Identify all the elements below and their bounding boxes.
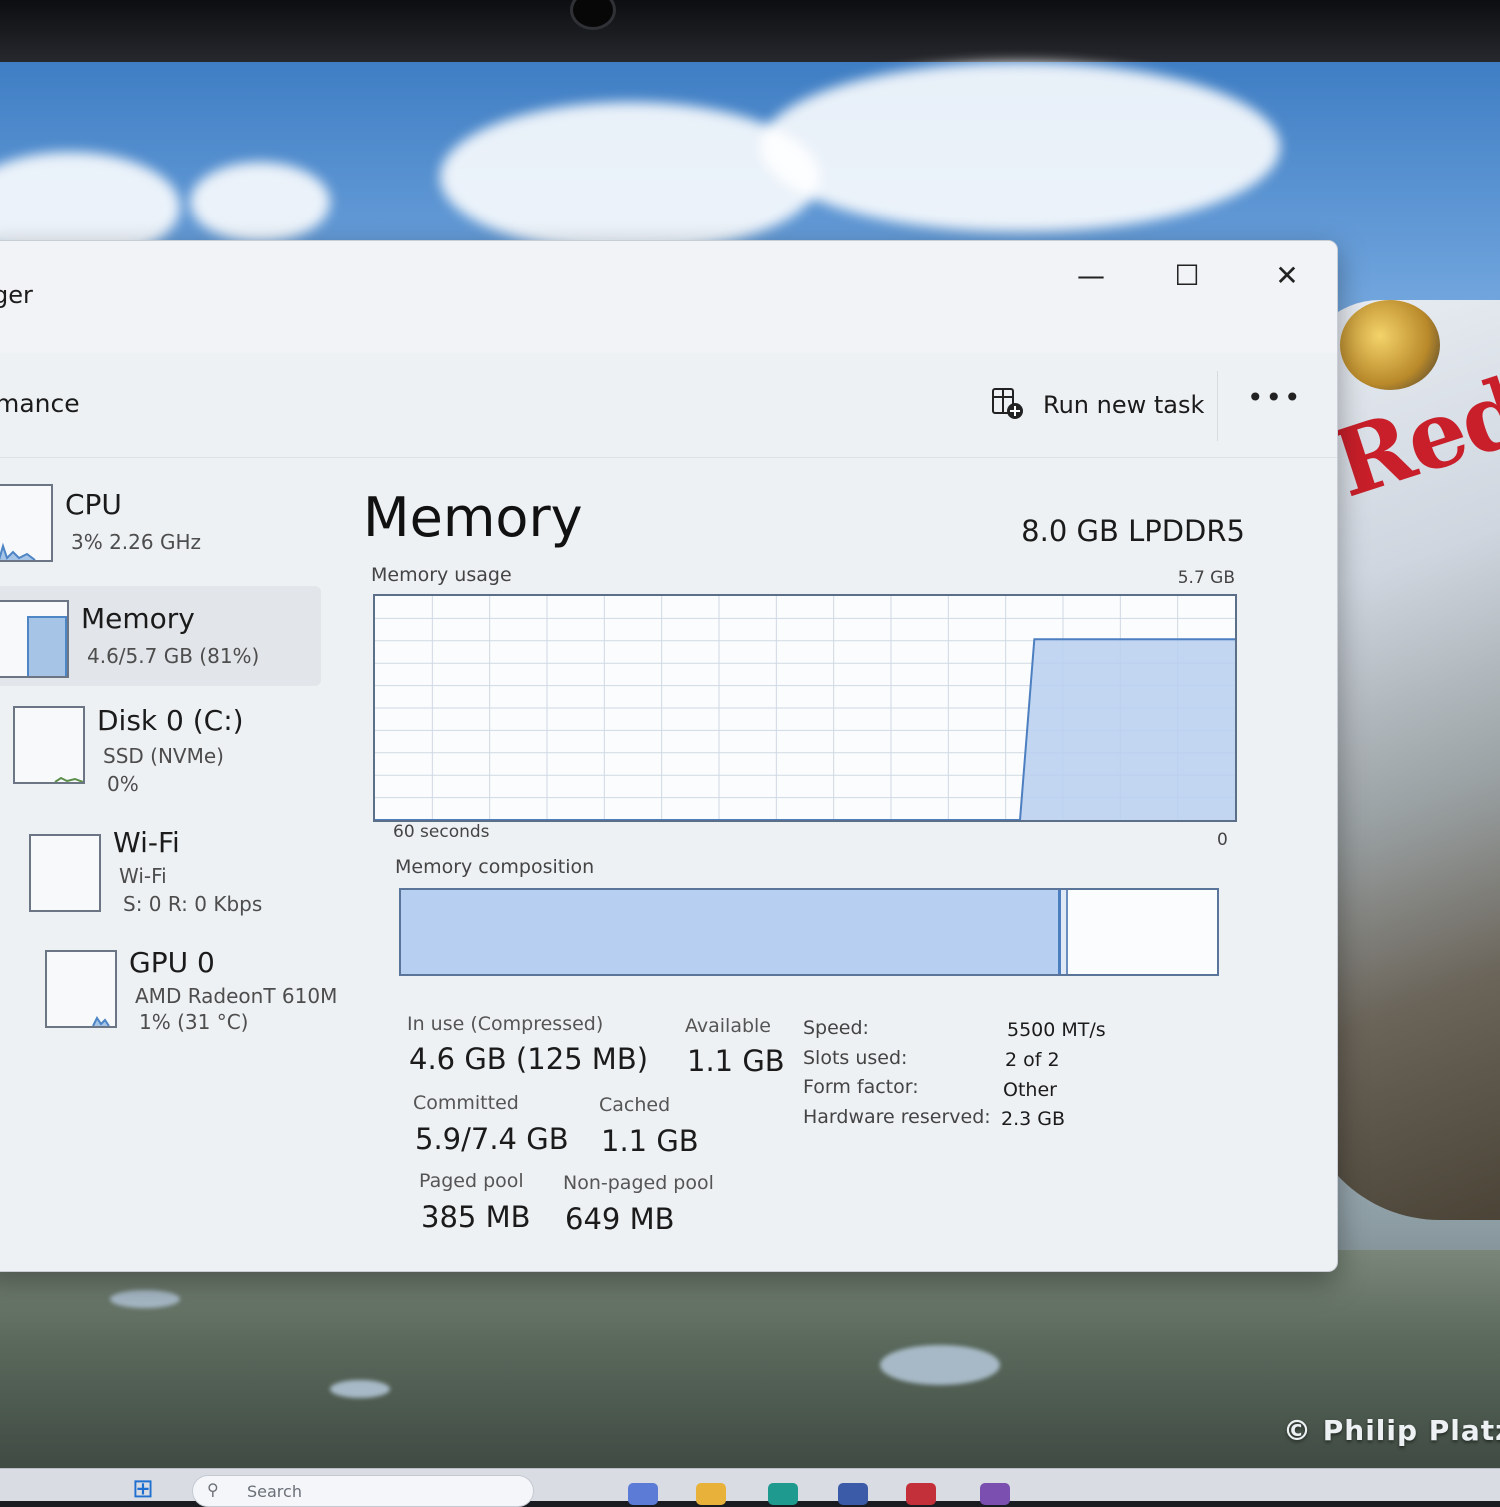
sidebar-detail: 1% (31 °C) bbox=[139, 1010, 249, 1034]
command-bar: mance Run new task ••• bbox=[0, 353, 1337, 458]
non-paged-pool-value: 649 MB bbox=[565, 1202, 675, 1236]
close-button[interactable]: ✕ bbox=[1257, 255, 1317, 297]
sidebar-name: Disk 0 (C:) bbox=[97, 704, 244, 737]
copilot-icon[interactable] bbox=[628, 1483, 658, 1505]
available-value: 1.1 GB bbox=[687, 1044, 785, 1078]
lake bbox=[110, 1290, 180, 1308]
sidebar-item-cpu[interactable]: CPU 3% 2.26 GHz bbox=[0, 474, 321, 574]
cached-label: Cached bbox=[599, 1094, 671, 1116]
cloud bbox=[440, 102, 820, 252]
cached-value: 1.1 GB bbox=[601, 1124, 699, 1158]
lake bbox=[330, 1380, 390, 1398]
title-bar: ger — ☐ ✕ bbox=[0, 241, 1337, 353]
performance-sidebar: CPU 3% 2.26 GHz Memory 4.6/5.7 GB (81%) … bbox=[0, 458, 337, 1271]
gpu-sparkline bbox=[92, 1016, 110, 1026]
minimize-button[interactable]: — bbox=[1061, 255, 1121, 297]
edge-icon[interactable] bbox=[768, 1483, 798, 1505]
memory-usage-graph bbox=[373, 594, 1237, 822]
sidebar-detail: 4.6/5.7 GB (81%) bbox=[87, 644, 260, 668]
file-explorer-icon[interactable] bbox=[696, 1483, 726, 1505]
form-factor-value: Other bbox=[1003, 1079, 1057, 1101]
composition-in-use[interactable] bbox=[401, 890, 1061, 974]
webcam bbox=[570, 0, 616, 30]
gpu-thumbnail bbox=[45, 950, 117, 1028]
sidebar-detail: S: 0 R: 0 Kbps bbox=[123, 892, 263, 916]
sidebar-name: CPU bbox=[65, 488, 122, 521]
slots-label: Slots used: bbox=[803, 1047, 908, 1069]
run-new-task-label: Run new task bbox=[1043, 391, 1205, 419]
taskbar-search-placeholder: Search bbox=[247, 1482, 302, 1501]
wallpaper-helmet bbox=[1340, 300, 1440, 390]
hardware-reserved-label: Hardware reserved: bbox=[803, 1106, 991, 1128]
graph-time-end: 0 bbox=[1217, 830, 1228, 850]
cpu-sparkline bbox=[0, 542, 36, 560]
memory-panel: Memory 8.0 GB LPDDR5 Memory usage 5.7 GB… bbox=[361, 458, 1281, 1271]
composition-modified[interactable] bbox=[1060, 890, 1068, 974]
cpu-thumbnail bbox=[0, 484, 53, 562]
non-paged-pool-label: Non-paged pool bbox=[563, 1172, 714, 1194]
wifi-thumbnail bbox=[29, 834, 101, 912]
disk-sparkline bbox=[54, 776, 83, 782]
terrain bbox=[0, 1250, 1500, 1472]
app-icon[interactable] bbox=[906, 1483, 936, 1505]
taskbar-search[interactable]: ⚲ Search bbox=[192, 1475, 534, 1507]
memory-usage-area bbox=[375, 639, 1235, 820]
sidebar-detail: AMD RadeonT 610M bbox=[135, 984, 338, 1008]
hardware-reserved-value: 2.3 GB bbox=[1001, 1108, 1066, 1130]
sidebar-detail: Wi-Fi bbox=[119, 864, 167, 888]
memory-thumbnail bbox=[0, 600, 69, 678]
search-icon: ⚲ bbox=[207, 1480, 219, 1499]
slots-value: 2 of 2 bbox=[1005, 1049, 1060, 1071]
sidebar-item-memory[interactable]: Memory 4.6/5.7 GB (81%) bbox=[0, 586, 321, 686]
disk-thumbnail bbox=[13, 706, 85, 784]
cloud bbox=[760, 62, 1280, 232]
speed-label: Speed: bbox=[803, 1017, 869, 1039]
lake bbox=[880, 1345, 1000, 1385]
window-title: ger bbox=[0, 281, 33, 309]
memory-thumbnail-fill bbox=[27, 616, 67, 676]
app-icon[interactable] bbox=[980, 1483, 1010, 1505]
start-icon[interactable]: ⊞ bbox=[132, 1476, 154, 1502]
sidebar-item-disk[interactable]: Disk 0 (C:) SSD (NVMe) 0% bbox=[0, 704, 321, 804]
memory-heading: Memory bbox=[363, 486, 583, 549]
paged-pool-label: Paged pool bbox=[419, 1170, 524, 1192]
sidebar-item-wifi[interactable]: Wi-Fi Wi-Fi S: 0 R: 0 Kbps bbox=[0, 826, 321, 926]
cloud bbox=[190, 162, 330, 242]
taskbar: ⊞ ⚲ Search bbox=[0, 1468, 1500, 1507]
graph-time-start: 60 seconds bbox=[393, 822, 490, 842]
speed-value: 5500 MT/s bbox=[1007, 1019, 1106, 1041]
store-icon[interactable] bbox=[838, 1483, 868, 1505]
divider bbox=[1217, 371, 1218, 441]
memory-usage-chart bbox=[375, 596, 1235, 820]
paged-pool-value: 385 MB bbox=[421, 1200, 531, 1234]
memory-usage-max: 5.7 GB bbox=[1177, 568, 1235, 588]
memory-usage-label: Memory usage bbox=[371, 564, 512, 586]
task-manager-window: ger — ☐ ✕ mance Run new task ••• bbox=[0, 240, 1338, 1272]
committed-value: 5.9/7.4 GB bbox=[415, 1122, 569, 1156]
committed-label: Committed bbox=[413, 1092, 519, 1114]
sidebar-detail: 3% 2.26 GHz bbox=[71, 530, 202, 554]
sidebar-item-gpu[interactable]: GPU 0 AMD RadeonT 610M 1% (31 °C) bbox=[0, 946, 337, 1046]
available-label: Available bbox=[685, 1015, 772, 1037]
maximize-button[interactable]: ☐ bbox=[1157, 255, 1217, 297]
in-use-value: 4.6 GB (125 MB) bbox=[409, 1042, 649, 1076]
memory-spec: 8.0 GB LPDDR5 bbox=[1021, 514, 1245, 548]
page-title: mance bbox=[0, 389, 80, 418]
sidebar-name: Wi-Fi bbox=[113, 826, 180, 859]
sidebar-name: GPU 0 bbox=[129, 946, 215, 979]
sidebar-detail: SSD (NVMe) bbox=[103, 744, 224, 768]
sidebar-detail: 0% bbox=[107, 772, 139, 796]
wallpaper-credit: © Philip Platz bbox=[1283, 1414, 1500, 1447]
sidebar-name: Memory bbox=[81, 602, 195, 635]
form-factor-label: Form factor: bbox=[803, 1076, 919, 1098]
in-use-label: In use (Compressed) bbox=[407, 1013, 604, 1035]
screen-bezel bbox=[0, 0, 1500, 62]
run-task-icon bbox=[992, 388, 1023, 419]
memory-composition-bar bbox=[399, 888, 1219, 976]
more-options-icon[interactable]: ••• bbox=[1247, 381, 1303, 414]
memory-composition-label: Memory composition bbox=[395, 856, 595, 878]
